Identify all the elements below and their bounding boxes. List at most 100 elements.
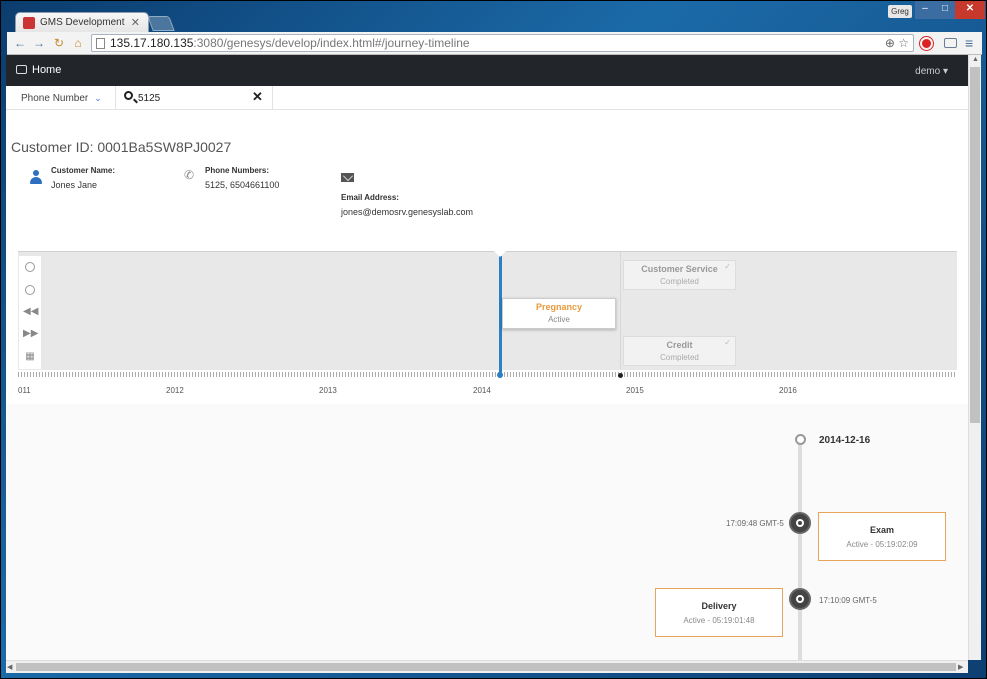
maximize-button[interactable]: □	[935, 1, 955, 19]
url-host: 135.17.180.135	[110, 36, 194, 50]
search-icon	[124, 91, 133, 100]
timeline-tools: ◀◀ ▶▶ ▦	[19, 256, 41, 369]
forward-icon[interactable]: →	[32, 36, 46, 50]
rewind-icon[interactable]: ◀◀	[23, 305, 38, 319]
top-navbar: Home demo ▾	[6, 55, 968, 86]
reload-icon[interactable]: ↻	[52, 36, 66, 50]
extension-icon[interactable]	[920, 37, 933, 50]
bookmark-star-icon[interactable]: ☆	[898, 36, 909, 50]
journey-card-delivery[interactable]: Delivery Active - 05:19:01:48	[655, 588, 783, 637]
zoom-in-icon[interactable]	[25, 262, 35, 272]
zoom-out-icon[interactable]	[25, 285, 35, 295]
tab-title: GMS Development	[40, 17, 125, 28]
user-menu-label: demo	[915, 66, 941, 77]
event-status: Completed	[660, 353, 699, 362]
search-type-dropdown[interactable]: Phone Number ⌄	[21, 93, 102, 104]
database-icon	[16, 65, 27, 74]
email-label: Email Address:	[341, 193, 399, 202]
fast-forward-icon[interactable]: ▶▶	[23, 327, 38, 341]
year-label: 2013	[319, 386, 337, 395]
phone-icon: ✆	[184, 168, 195, 182]
person-icon	[29, 170, 43, 184]
event-title: Customer Service	[641, 264, 718, 274]
timeline-marker[interactable]	[618, 373, 623, 378]
url-path: :3080/genesys/develop/index.html#/journe…	[193, 36, 470, 50]
card-status: Active - 05:19:01:48	[683, 616, 755, 625]
customer-name-value: Jones Jane	[51, 180, 98, 190]
scroll-up-icon[interactable]: ▲	[972, 56, 979, 63]
customer-name-label: Customer Name:	[51, 166, 116, 175]
search-type-label: Phone Number	[21, 93, 89, 104]
event-status: Active	[548, 315, 570, 324]
email-field: Email Address: jones@demosrv.genesyslab.…	[341, 193, 473, 217]
email-value: jones@demosrv.genesyslab.com	[341, 207, 474, 217]
back-icon[interactable]: ←	[13, 36, 27, 50]
search-input[interactable]: 5125	[138, 93, 160, 104]
event-credit[interactable]: ✓ Credit Completed	[623, 336, 736, 366]
horizontal-scrollbar[interactable]: ◀ ▶	[6, 660, 968, 673]
close-tab-icon[interactable]: ✕	[131, 16, 140, 29]
event-pregnancy[interactable]: Pregnancy Active	[502, 298, 616, 329]
timeline-marker-active[interactable]	[497, 372, 503, 378]
menu-icon[interactable]: ≡	[965, 35, 973, 51]
cursor-notch	[494, 251, 506, 257]
event-title: Credit	[666, 340, 693, 350]
year-label: 2015	[626, 386, 644, 395]
home-icon[interactable]: ⌂	[71, 36, 85, 50]
card-status: Active - 05:19:02:09	[846, 540, 918, 549]
event-title: Pregnancy	[535, 302, 583, 312]
event-status: Completed	[660, 277, 699, 286]
home-label: Home	[32, 64, 62, 76]
journey-line	[798, 440, 802, 660]
clock-icon[interactable]	[789, 512, 811, 534]
event-time: 17:10:09 GMT-5	[819, 596, 877, 605]
browser-toolbar: ← → ↻ ⌂ 135.17.180.135:3080/genesys/deve…	[7, 32, 982, 55]
check-icon: ✓	[724, 262, 731, 271]
divider	[272, 86, 273, 110]
event-time: 17:09:48 GMT-5	[726, 519, 784, 528]
envelope-icon	[341, 173, 354, 182]
card-title: Delivery	[701, 601, 737, 611]
user-menu[interactable]: demo ▾	[915, 66, 948, 77]
scroll-right-icon[interactable]: ▶	[958, 663, 963, 671]
home-link[interactable]: Home	[16, 64, 61, 76]
vertical-scroll-thumb[interactable]	[970, 67, 980, 423]
address-bar[interactable]: 135.17.180.135:3080/genesys/develop/inde…	[91, 34, 914, 52]
event-customer-service[interactable]: ✓ Customer Service Completed	[623, 260, 736, 290]
new-tab-button[interactable]	[147, 16, 175, 31]
journey-date: 2014-12-16	[819, 435, 871, 446]
phone-numbers-field: Phone Numbers: 5125, 6504661100	[205, 166, 279, 190]
timeline-band[interactable]	[18, 252, 957, 370]
customer-name-field: Customer Name: Jones Jane	[51, 166, 115, 190]
clock-icon[interactable]	[789, 588, 811, 610]
horizontal-scroll-thumb[interactable]	[16, 663, 956, 671]
divider	[115, 86, 116, 110]
phone-numbers-value: 5125, 6504661100	[205, 180, 280, 190]
close-window-button[interactable]: ✕	[955, 1, 985, 19]
journey-card-exam[interactable]: Exam Active - 05:19:02:09	[818, 512, 946, 561]
page-icon	[96, 38, 105, 49]
check-icon: ✓	[724, 338, 731, 347]
clear-search-button[interactable]: ✕	[252, 89, 263, 105]
profile-button[interactable]: Greg	[888, 5, 912, 18]
year-label: 2014	[473, 386, 491, 395]
favicon-icon	[23, 17, 35, 29]
zoom-icon[interactable]: ⊕	[885, 36, 895, 50]
year-label: 2012	[166, 386, 184, 395]
customer-id-title: Customer ID: 0001Ba5SW8PJ0027	[11, 139, 232, 155]
timeline-ticks	[18, 372, 957, 377]
year-label: 011	[18, 386, 31, 395]
minimize-button[interactable]: –	[915, 1, 935, 19]
vertical-scrollbar[interactable]: ▲	[968, 55, 981, 660]
card-title: Exam	[869, 525, 895, 535]
cast-icon[interactable]	[944, 38, 957, 48]
year-label: 2016	[779, 386, 797, 395]
phone-numbers-label: Phone Numbers:	[205, 166, 270, 175]
calendar-icon[interactable]: ▦	[23, 350, 37, 364]
scroll-left-icon[interactable]: ◀	[7, 663, 12, 671]
search-bar: Phone Number ⌄ 5125 ✕	[6, 86, 968, 110]
chevron-down-icon: ⌄	[94, 93, 102, 103]
timeline-divider	[620, 252, 621, 370]
date-node	[795, 434, 806, 445]
browser-tab[interactable]: GMS Development ✕	[15, 12, 149, 32]
